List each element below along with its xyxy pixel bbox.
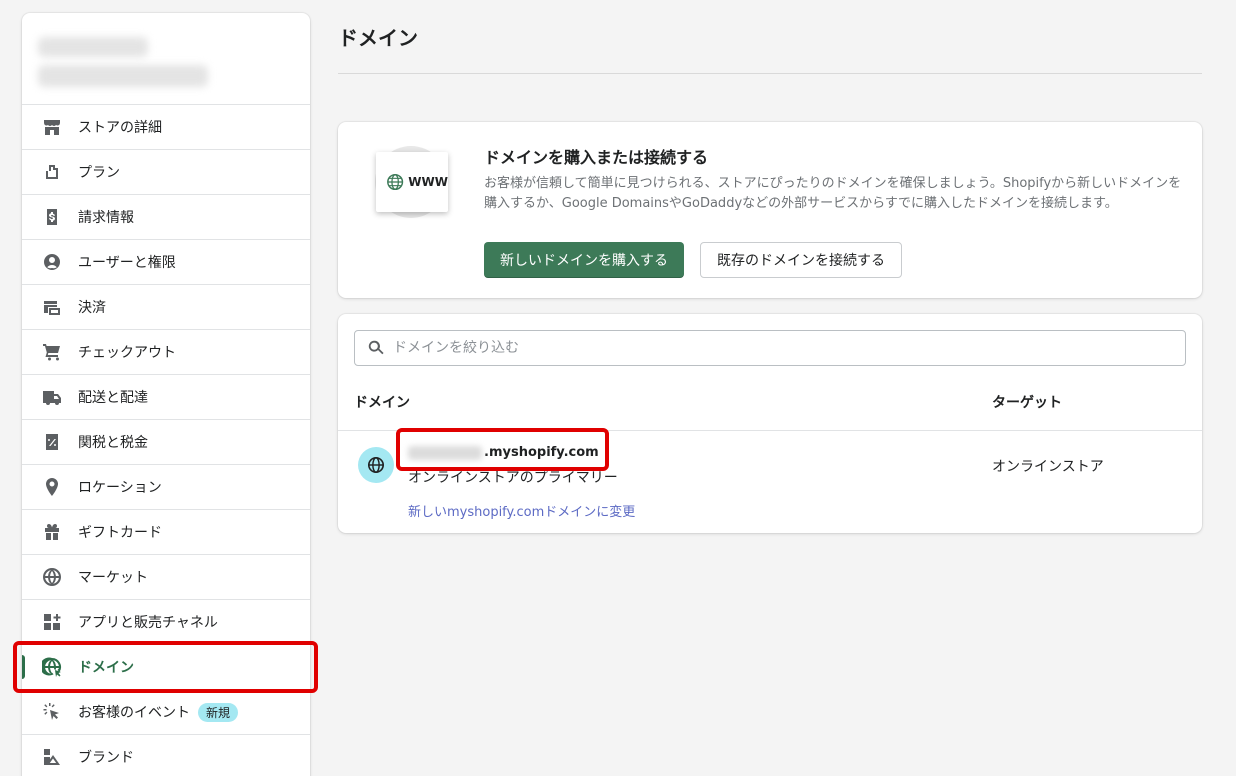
sidebar-item-globe[interactable]: マーケット [22,555,310,600]
sidebar-item-label: ドメイン [78,660,134,676]
title-divider [338,73,1202,74]
sidebar-item-label: 配送と配達 [78,390,148,406]
cart-icon [42,342,62,362]
table-divider [338,430,1202,431]
payments-icon [42,297,62,317]
billing-icon [42,207,62,227]
page-title: ドメイン [338,26,418,50]
www-illustration: WWW [376,152,448,212]
sidebar-item-user[interactable]: ユーザーと権限 [22,240,310,285]
store-icon [42,117,62,137]
brand-icon [42,747,62,767]
sidebar-item-label: ギフトカード [78,525,162,541]
sidebar-item-brand[interactable]: ブランド [22,735,310,776]
sidebar-item-tax[interactable]: 関税と税金 [22,420,310,465]
sidebar-item-label: ロケーション [78,480,162,496]
sidebar-item-plan[interactable]: プラン [22,150,310,195]
domain-subtitle: オンラインストアのプライマリー [408,470,618,486]
sidebar-item-label: お客様のイベント [78,705,190,721]
promo-description: お客様が信頼して簡単に見つけられる、ストアにぴったりのドメインを確保しましょう。… [484,176,1182,211]
new-badge: 新規 [198,702,239,722]
domain-name[interactable]: .myshopify.com [408,445,599,460]
sidebar-item-store[interactable]: ストアの詳細 [22,105,310,150]
cursor-click-icon [42,702,62,722]
sidebar-item-label: 決済 [78,300,106,316]
sidebar-item-label: 関税と税金 [78,435,148,451]
column-header-target: ターゲット [992,395,1062,411]
sidebar-item-label: 請求情報 [78,210,134,226]
domain-suffix: .myshopify.com [484,445,599,460]
www-label: WWW [408,175,448,189]
sidebar-item-apps[interactable]: アプリと販売チャネル [22,600,310,645]
sidebar-item-label: プラン [78,165,120,181]
globe-icon [367,456,385,474]
tax-icon [42,432,62,452]
location-pin-icon [42,477,62,497]
gift-icon [42,522,62,542]
domain-target: オンラインストア [992,459,1104,475]
sidebar-item-billing[interactable]: 請求情報 [22,195,310,240]
sidebar-item-cart[interactable]: チェックアウト [22,330,310,375]
globe-icon [42,567,62,587]
sidebar-item-payments[interactable]: 決済 [22,285,310,330]
sidebar-item-domain-globe[interactable]: ドメイン [22,645,310,690]
globe-icon [387,173,404,191]
promo-title: ドメインを購入または接続する [484,148,709,167]
buy-connect-domain-card: WWW ドメインを購入または接続する お客様が信頼して簡単に見つけられる、ストア… [338,122,1202,298]
sidebar-item-gift[interactable]: ギフトカード [22,510,310,555]
domain-search-input[interactable] [393,340,1173,356]
settings-sidebar: ストアの詳細 プラン請求情報ユーザーと権限 決済チェックアウト 配送と配達関税と税金ロ… [22,13,310,776]
domain-globe-avatar [358,447,394,483]
sidebar-item-label: マーケット [78,570,148,586]
column-header-domain: ドメイン [354,395,410,411]
sidebar-item-label: ブランド [78,750,134,766]
truck-icon [42,387,62,407]
sidebar-item-label: アプリと販売チャネル [78,615,218,631]
domain-search[interactable] [354,330,1186,366]
store-header[interactable] [22,13,310,105]
domain-list-card: ドメイン ターゲット .myshopify.com オンラインストアのプライマリ… [338,314,1202,533]
buy-domain-button[interactable]: 新しいドメインを購入する [484,242,684,278]
sidebar-item-label: ストアの詳細 [78,120,162,136]
domain-globe-icon [42,657,62,677]
sidebar-item-truck[interactable]: 配送と配達 [22,375,310,420]
change-myshopify-link[interactable]: 新しいmyshopify.comドメインに変更 [408,501,635,520]
apps-icon [42,612,62,632]
user-icon [42,252,62,272]
blurred-subdomain [408,445,482,460]
sidebar-item-location-pin[interactable]: ロケーション [22,465,310,510]
sidebar-item-label: ユーザーと権限 [78,255,176,271]
search-icon [368,340,384,355]
connect-domain-button[interactable]: 既存のドメインを接続する [700,242,902,278]
sidebar-item-cursor-click[interactable]: お客様のイベント 新規 [22,690,310,735]
sidebar-item-label: チェックアウト [78,345,176,361]
plan-icon [42,162,62,182]
